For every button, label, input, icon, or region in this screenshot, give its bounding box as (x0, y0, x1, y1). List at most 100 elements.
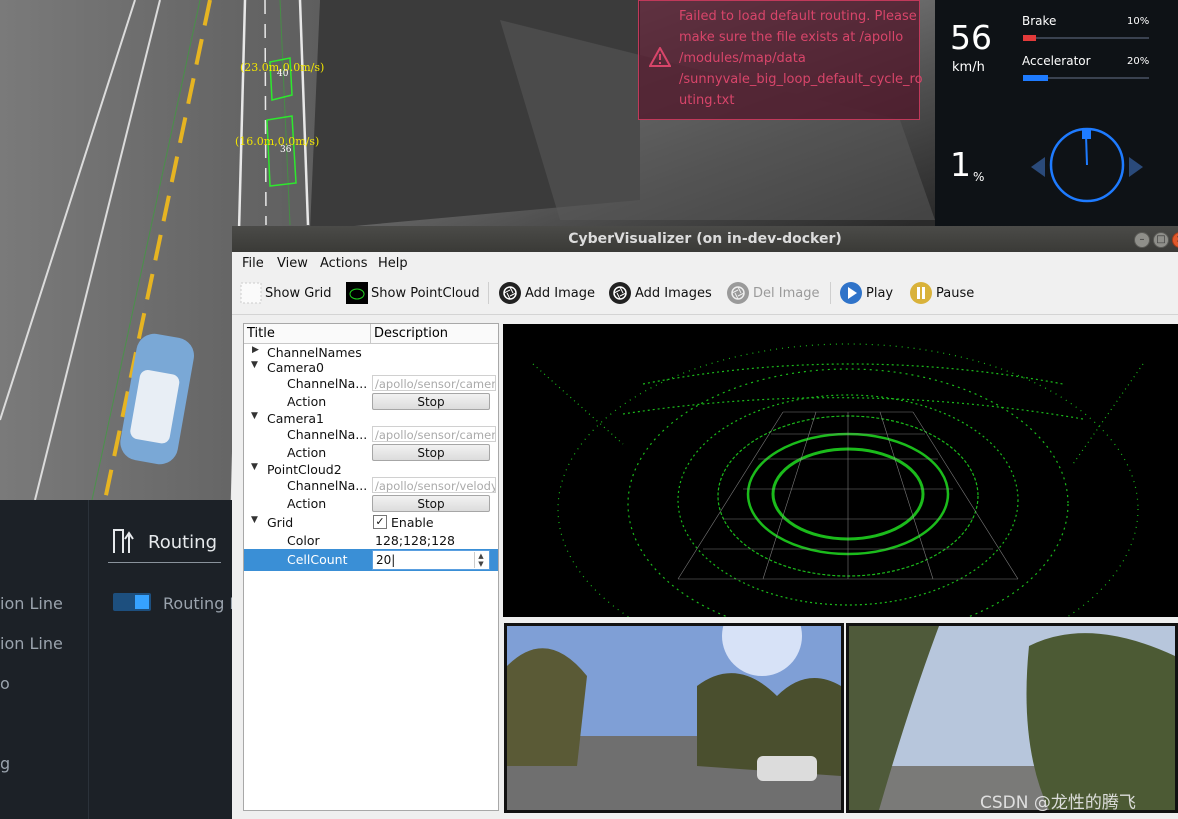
vehicle-dashboard: 56 km/h Brake 10% Accelerator 20% 1 % (935, 0, 1178, 226)
play-button[interactable]: Play (839, 280, 893, 306)
routing-title-underline (108, 562, 221, 563)
routing-line-label: Routing L (163, 594, 239, 613)
panel-item[interactable]: ion Line (0, 594, 63, 613)
toggle-knob (135, 595, 149, 609)
brake-bar (1023, 35, 1149, 41)
camera-aperture-icon (609, 282, 631, 304)
routing-icon (113, 529, 134, 553)
show-pointcloud-button[interactable]: Show PointCloud (346, 280, 480, 306)
del-image-label: Del Image (753, 285, 820, 301)
camera1-stop-button[interactable]: Stop (372, 444, 490, 461)
grid-color-value[interactable]: 128;128;128 (375, 533, 455, 548)
obstacle-label: (16.0m,0.0m/s) (235, 135, 320, 148)
menu-file[interactable]: File (242, 256, 264, 271)
column-title[interactable]: Title (247, 326, 275, 341)
camera-aperture-icon (727, 282, 749, 304)
steering-wheel-icon (1031, 127, 1143, 203)
tree-label: PointCloud2 (267, 462, 342, 477)
steering-value: 1 (950, 145, 971, 184)
menu-actions[interactable]: Actions (320, 256, 368, 271)
spinbox-arrows-icon[interactable]: ▲ ▼ (474, 552, 487, 568)
cellcount-spinbox[interactable]: 20| ▲ ▼ (372, 550, 490, 570)
tree-label: ChannelNa... (287, 427, 368, 442)
tree-row-pointcloud2[interactable]: ▼ PointCloud2 (244, 461, 498, 478)
menu-view[interactable]: View (277, 256, 308, 271)
tree-row-camera0-channel: ChannelNa... /apollo/sensor/camera (244, 375, 498, 392)
pointcloud2-channel-input[interactable]: /apollo/sensor/velody (372, 477, 496, 493)
module-panel: ion Line ion Line o g Routing Routing L (0, 500, 238, 819)
tree-row-camera0-action: Action Stop (244, 393, 498, 410)
collapse-arrow-icon[interactable]: ▼ (251, 411, 258, 421)
tree-row-grid-cellcount[interactable]: CellCount 20| ▲ ▼ (244, 549, 498, 571)
speed-unit: km/h (952, 60, 985, 75)
tree-label: Grid (267, 515, 294, 530)
tree-label: Action (287, 445, 327, 460)
panel-divider (88, 500, 89, 819)
tree-row-pointcloud2-channel: ChannelNa... /apollo/sensor/velody (244, 477, 498, 494)
camera1-image (849, 626, 1175, 810)
collapse-arrow-icon[interactable]: ▼ (251, 515, 258, 525)
camera1-channel-input[interactable]: /apollo/sensor/camera (372, 426, 496, 442)
show-grid-label: Show Grid (265, 285, 332, 301)
warning-icon (649, 47, 671, 67)
add-images-button[interactable]: Add Images (608, 280, 712, 306)
play-icon (840, 282, 862, 304)
brake-percent: 10% (1127, 16, 1150, 27)
pause-button[interactable]: Pause (909, 280, 974, 306)
brake-label: Brake (1022, 14, 1057, 28)
tree-row-grid[interactable]: ▼ Grid ✓ Enable (244, 514, 498, 531)
tree-row-pointcloud2-action: Action Stop (244, 495, 498, 512)
toolbar: Show Grid Show PointCloud Add Image Add … (232, 274, 1178, 315)
toolbar-separator (830, 282, 831, 304)
routing-error-alert: Failed to load default routing. Please m… (638, 0, 923, 120)
tree-row-camera1-action: Action Stop (244, 444, 498, 461)
tree-header: Title Description (244, 324, 498, 344)
error-message: Failed to load default routing. Please m… (679, 9, 923, 108)
pointcloud-render (532, 343, 1144, 617)
tree-row-camera1-channel: ChannelNa... /apollo/sensor/camera (244, 426, 498, 443)
expand-arrow-icon[interactable]: ▶ (252, 345, 259, 355)
tree-row-camera0[interactable]: ▼ Camera0 (244, 359, 498, 376)
play-label: Play (866, 285, 894, 301)
pause-icon (910, 282, 932, 304)
watermark: CSDN @龙性的腾飞 (980, 793, 1136, 813)
minimize-button[interactable]: – (1134, 232, 1150, 248)
routing-line-toggle[interactable] (113, 593, 151, 611)
grid-enable-label: Enable (391, 515, 434, 530)
pointcloud-view[interactable] (503, 324, 1178, 617)
routing-title: Routing (148, 532, 218, 553)
cellcount-value: 20 (376, 553, 392, 567)
camera1-view[interactable] (846, 623, 1178, 813)
tree-label: ChannelNames (267, 345, 362, 360)
camera0-image (507, 626, 841, 810)
panel-item[interactable]: o (0, 674, 10, 693)
obstacle-id: 40 (277, 69, 289, 79)
column-description[interactable]: Description (374, 326, 448, 341)
tree-label: Action (287, 394, 327, 409)
tree-row-camera1[interactable]: ▼ Camera1 (244, 410, 498, 427)
panel-item[interactable]: g (0, 754, 10, 773)
camera-aperture-icon (499, 282, 521, 304)
pause-label: Pause (936, 285, 975, 301)
panel-item[interactable]: ion Line (0, 634, 63, 653)
window-title: CyberVisualizer (on in-dev-docker) (568, 231, 842, 247)
camera0-stop-button[interactable]: Stop (372, 393, 490, 410)
add-image-label: Add Image (525, 285, 596, 301)
collapse-arrow-icon[interactable]: ▼ (251, 462, 258, 472)
tree-row-grid-color: Color 128;128;128 (244, 532, 498, 549)
pointcloud2-stop-button[interactable]: Stop (372, 495, 490, 512)
accelerator-bar (1023, 75, 1149, 81)
menu-help[interactable]: Help (378, 256, 408, 271)
maximize-button[interactable]: □ (1153, 232, 1169, 248)
tree-label: ChannelNa... (287, 376, 368, 391)
grid-enable-checkbox[interactable]: ✓ (373, 515, 387, 529)
add-image-button[interactable]: Add Image (498, 280, 595, 306)
camera0-channel-input[interactable]: /apollo/sensor/camera (372, 375, 496, 391)
window-titlebar[interactable]: CyberVisualizer (on in-dev-docker) – □ × (232, 226, 1178, 252)
del-image-button[interactable]: Del Image (726, 280, 819, 306)
show-grid-button[interactable]: Show Grid (240, 280, 332, 306)
camera0-view[interactable] (504, 623, 844, 813)
collapse-arrow-icon[interactable]: ▼ (251, 360, 258, 370)
steering-unit: % (973, 170, 985, 184)
menu-bar: File View Actions Help (232, 252, 1178, 274)
